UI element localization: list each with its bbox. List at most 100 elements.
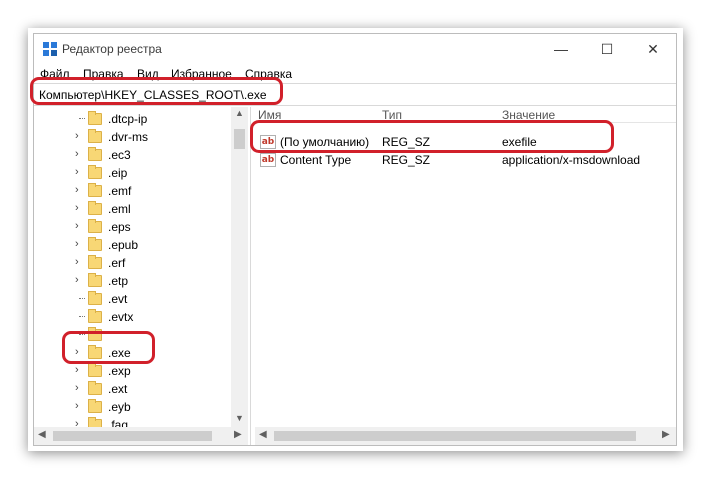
tree-item-label: .eps [108,220,131,234]
tree-scroll-thumb[interactable] [234,129,245,149]
folder-icon [88,111,102,125]
tree-hscroll-thumb[interactable] [53,431,212,441]
tree-item[interactable]: › .eyb [34,398,234,416]
tree-item-label: .erf [108,256,126,270]
folder-icon [88,399,102,413]
chevron-right-icon[interactable]: › [75,364,79,376]
folder-icon [88,183,102,197]
chevron-right-icon[interactable]: › [75,184,79,196]
chevron-right-icon[interactable]: › [75,220,79,232]
tree-item-label: .ext [108,382,128,396]
tree-item-label: .faq [108,418,129,427]
chevron-right-icon[interactable]: › [75,148,79,160]
tree-item[interactable] [34,326,234,344]
values-pane: Имя Тип Значение ab (По умолчанию) REG_S… [254,107,676,427]
folder-icon [88,273,102,287]
maximize-icon: ☐ [600,40,614,57]
minimize-button[interactable]: — [538,34,584,64]
tree-connector [79,298,85,299]
tree-item[interactable]: › .eps [34,218,234,236]
menu-edit[interactable]: Правка [83,67,124,81]
registry-editor-icon [43,42,57,56]
scroll-right-icon[interactable]: ▶ [234,429,242,440]
minimize-icon: — [554,41,568,57]
folder-icon [88,237,102,251]
tree-item[interactable]: › .faq [34,416,234,427]
window-title: Редактор реестра [62,42,162,56]
tree-vertical-scrollbar[interactable]: ▲ ▼ [231,107,248,427]
close-icon: ✕ [647,40,659,57]
tree-connector [79,334,85,335]
menu-file[interactable]: Файл [40,67,70,81]
tree-horizontal-scrollbar[interactable]: ◀ ▶ [34,427,248,445]
scroll-up-icon[interactable]: ▲ [231,108,248,118]
value-row-default[interactable]: ab (По умолчанию) REG_SZ exefile [254,133,676,151]
chevron-right-icon[interactable]: › [75,238,79,250]
value-type: REG_SZ [382,135,431,149]
tree-item-label: .evt [108,292,128,306]
value-data: application/x-msdownload [502,153,641,167]
tree-item-label: .ec3 [108,148,131,162]
chevron-right-icon[interactable]: › [75,256,79,268]
address-bar[interactable]: Компьютер\HKEY_CLASSES_ROOT\.exe [34,83,676,106]
menu-bar: Файл Правка Вид Избранное Справка [34,64,676,84]
column-data-header[interactable]: Значение [502,108,555,122]
values-horizontal-scrollbar[interactable]: ◀ ▶ [255,427,676,445]
folder-icon [88,147,102,161]
chevron-right-icon[interactable]: › [75,130,79,142]
tree-item[interactable]: › .eip [34,164,234,182]
folder-icon [88,255,102,269]
chevron-right-icon[interactable]: › [75,418,79,427]
column-name-header[interactable]: Имя [258,108,281,122]
folder-icon [88,219,102,233]
chevron-right-icon[interactable]: › [75,400,79,412]
folder-icon [88,309,102,323]
folder-icon [88,291,102,305]
tree-item-label: .etp [108,274,129,288]
values-hscroll-thumb[interactable] [274,431,636,441]
tree-item[interactable]: › .erf [34,254,234,272]
folder-icon [88,417,102,427]
folder-icon [88,129,102,143]
tree-item[interactable]: › .emf [34,182,234,200]
maximize-button[interactable]: ☐ [584,34,630,64]
scroll-right-icon[interactable]: ▶ [662,429,670,440]
tree-item[interactable]: .dtcp-ip [34,110,234,128]
scroll-left-icon[interactable]: ◀ [259,429,267,440]
tree-item[interactable]: .evt [34,290,234,308]
tree-item[interactable]: › .exe [34,344,234,362]
chevron-right-icon[interactable]: › [75,166,79,178]
tree-item[interactable]: › .eml [34,200,234,218]
value-name: Content Type [280,153,352,167]
tree-item[interactable]: › .epub [34,236,234,254]
scroll-down-icon[interactable]: ▼ [231,413,248,423]
title-bar[interactable]: Редактор реестра — ☐ ✕ [34,34,676,64]
address-path[interactable]: Компьютер\HKEY_CLASSES_ROOT\.exe [39,88,267,102]
folder-icon [88,345,102,359]
chevron-right-icon[interactable]: › [75,346,79,358]
chevron-right-icon[interactable]: › [75,202,79,214]
folder-icon [88,201,102,215]
menu-view[interactable]: Вид [137,67,159,81]
chevron-right-icon[interactable]: › [75,274,79,286]
tree-item[interactable]: › .ext [34,380,234,398]
close-button[interactable]: ✕ [630,34,676,64]
menu-help[interactable]: Справка [245,67,292,81]
tree-item-label: .dtcp-ip [108,112,148,126]
folder-icon [88,363,102,377]
menu-favorites[interactable]: Избранное [171,67,232,81]
tree-item[interactable]: › .ec3 [34,146,234,164]
tree-item[interactable]: › .etp [34,272,234,290]
chevron-right-icon[interactable]: › [75,382,79,394]
column-type-header[interactable]: Тип [382,108,402,122]
tree-item[interactable]: .evtx [34,308,234,326]
value-row-content-type[interactable]: ab Content Type REG_SZ application/x-msd… [254,151,676,169]
ab-string-icon: ab [260,153,276,167]
tree-item-label: .emf [108,184,132,198]
tree-item-label: .evtx [108,310,134,324]
tree-item[interactable]: › .exp [34,362,234,380]
tree-item[interactable]: › .dvr-ms [34,128,234,146]
scroll-left-icon[interactable]: ◀ [38,429,46,440]
folder-icon [88,327,102,341]
values-header: Имя Тип Значение [254,107,676,123]
